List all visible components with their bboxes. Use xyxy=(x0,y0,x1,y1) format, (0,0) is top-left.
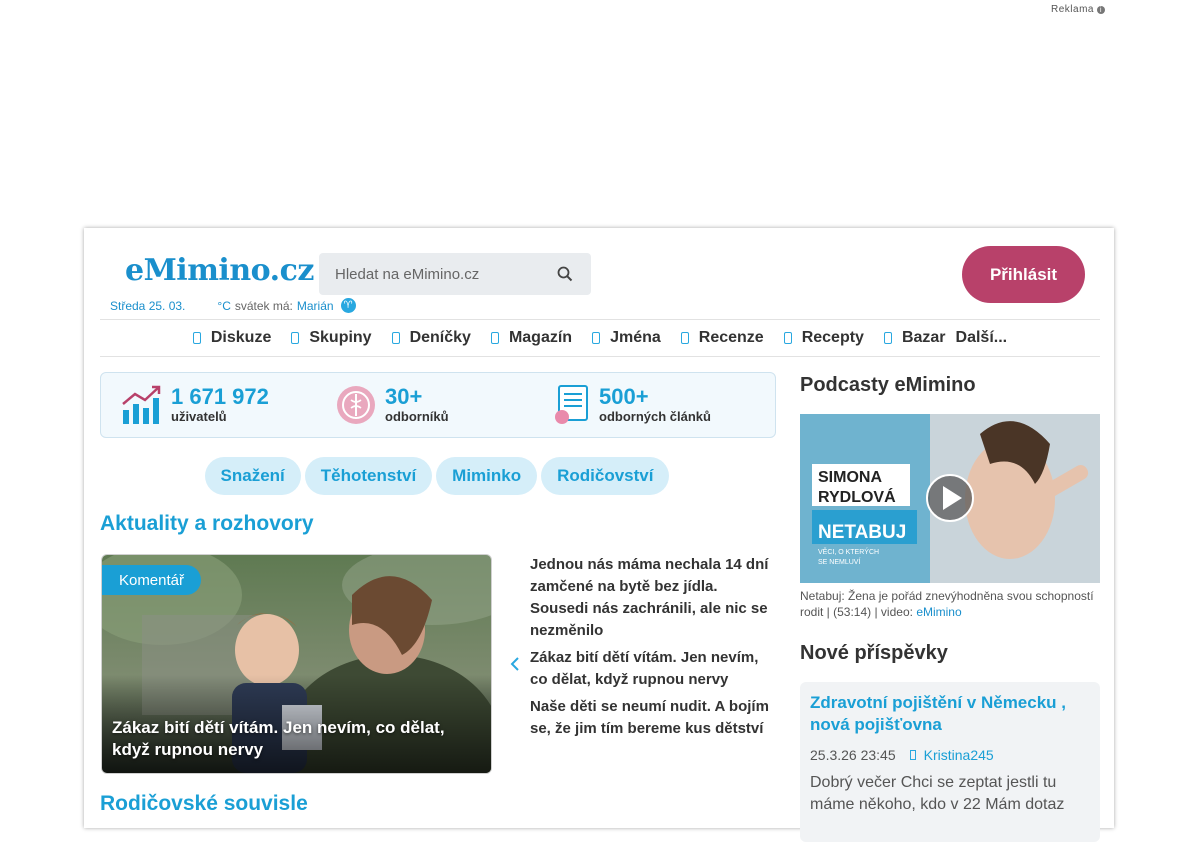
search-box xyxy=(319,253,591,295)
temperature: °C xyxy=(217,298,231,313)
chip-tehotenstvi[interactable]: Těhotenství xyxy=(304,457,433,495)
stat-label: odborníků xyxy=(385,409,449,424)
growth-chart-icon xyxy=(122,385,161,424)
headline-item[interactable]: Naše děti se neumí nudit. A bojím se, že… xyxy=(530,696,776,740)
user-icon xyxy=(909,750,916,760)
nav-item-bazar[interactable]: Bazar xyxy=(883,329,946,347)
nav-item-denicky[interactable]: Deníčky xyxy=(391,329,471,347)
post-time: 25.3.26 23:45 xyxy=(810,747,896,763)
feature-article[interactable]: Komentář Zákaz bití dětí vítám. Jen neví… xyxy=(101,554,492,774)
chevron-left-icon[interactable] xyxy=(510,656,520,672)
stats-bar: 1 671 972 uživatelů 30+ odborníků 500+ o… xyxy=(100,372,776,438)
main-nav: Diskuze Skupiny Deníčky Magazín Jména Re… xyxy=(100,319,1100,357)
nav-label: Skupiny xyxy=(309,329,372,346)
nav-label: Recepty xyxy=(801,329,864,346)
nav-label: Magazín xyxy=(508,329,573,346)
stat-experts: 30+ odborníků xyxy=(335,373,449,437)
stat-users: 1 671 972 uživatelů xyxy=(121,373,269,437)
nav-icon xyxy=(680,332,689,344)
nav-item-jmena[interactable]: Jména xyxy=(592,329,661,347)
nav-item-more[interactable]: Další... xyxy=(956,329,1008,347)
post-title[interactable]: Zdravotní pojištění v Německu , nová poj… xyxy=(810,692,1095,736)
nav-label: Diskuze xyxy=(210,329,272,346)
podcast-source-link[interactable]: eMimino xyxy=(916,605,961,619)
search-icon[interactable] xyxy=(557,266,573,282)
nav-label: Deníčky xyxy=(409,329,471,346)
post-excerpt: Dobrý večer Chci se zeptat jestli tu mám… xyxy=(810,774,1065,813)
chip-rodicovstvi[interactable]: Rodičovství xyxy=(541,457,670,495)
news-heading[interactable]: Aktuality a rozhovory xyxy=(100,512,314,536)
podcast-tag-1: VĚCI, O KTERÝCH xyxy=(818,547,879,556)
site-logo[interactable]: eMimino.cz xyxy=(125,253,314,288)
stat-value: 500+ xyxy=(599,384,649,409)
nav-item-recepty[interactable]: Recepty xyxy=(783,329,864,347)
stat-articles: 500+ odborných článků xyxy=(553,373,711,437)
podcasts-heading[interactable]: Podcasty eMimino xyxy=(800,374,976,397)
ad-label[interactable]: Reklama i xyxy=(1051,4,1105,15)
nav-icon xyxy=(291,332,300,344)
chip-snazeni[interactable]: Snažení xyxy=(204,457,301,495)
nav-icon xyxy=(192,332,201,344)
post-card[interactable]: Zdravotní pojištění v Německu , nová poj… xyxy=(800,682,1100,842)
post-meta: 25.3.26 23:45 Kristina245 xyxy=(810,747,994,763)
nameday-label: svátek má: xyxy=(234,298,293,313)
ad-label-text: Reklama xyxy=(1051,4,1094,15)
next-section-heading[interactable]: Rodičovské souvisle xyxy=(100,792,308,816)
podcast-tag-2: SE NEMLUVÍ xyxy=(818,557,860,566)
nav-item-skupiny[interactable]: Skupiny xyxy=(291,329,372,347)
dateline: Středa 25. 03. °C svátek má: Marián ♈ xyxy=(110,298,356,313)
chip-miminko[interactable]: Miminko xyxy=(436,457,538,495)
stat-value: 1 671 972 xyxy=(171,384,269,409)
nav-item-recenze[interactable]: Recenze xyxy=(680,329,764,347)
nav-icon xyxy=(490,332,499,344)
feature-caption[interactable]: Zákaz bití dětí vítám. Jen nevím, co děl… xyxy=(112,717,482,761)
page-container: eMimino.cz Přihlásit Středa 25. 03. °C s… xyxy=(84,228,1114,842)
nav-item-magazin[interactable]: Magazín xyxy=(490,329,573,347)
new-posts-heading[interactable]: Nové příspěvky xyxy=(800,642,948,665)
category-chips: Snažení Těhotenství Miminko Rodičovství xyxy=(100,457,774,495)
podcast-guest-name: SIMONA xyxy=(818,469,882,486)
nameday-name[interactable]: Marián xyxy=(297,299,334,313)
headline-item[interactable]: Zákaz bití dětí vítám. Jen nevím, co děl… xyxy=(530,647,776,691)
nav-icon xyxy=(883,332,892,344)
zodiac-icon[interactable]: ♈ xyxy=(340,298,356,313)
headline-item[interactable]: Jednou nás máma nechala 14 dní zamčené n… xyxy=(530,554,776,642)
search-input[interactable] xyxy=(333,264,547,284)
nav-label: Jména xyxy=(610,329,661,346)
info-icon[interactable]: i xyxy=(1096,5,1105,14)
document-icon xyxy=(555,385,588,424)
current-date[interactable]: Středa 25. 03. xyxy=(110,299,185,313)
nav-icon xyxy=(391,332,400,344)
podcast-guest-surname: RYDLOVÁ xyxy=(818,487,896,506)
nav-item-diskuze[interactable]: Diskuze xyxy=(192,329,272,347)
stat-label: odborných článků xyxy=(599,409,711,424)
login-button[interactable]: Přihlásit xyxy=(962,246,1085,303)
podcast-image: SIMONA RYDLOVÁ NETABUJ VĚCI, O KTERÝCH S… xyxy=(800,414,1100,583)
headline-list: Jednou nás máma nechala 14 dní zamčené n… xyxy=(530,554,776,745)
feature-badge: Komentář xyxy=(102,565,201,595)
stat-value: 30+ xyxy=(385,384,423,409)
nav-icon xyxy=(592,332,601,344)
podcast-thumbnail[interactable]: SIMONA RYDLOVÁ NETABUJ VĚCI, O KTERÝCH S… xyxy=(800,414,1100,583)
nav-label: Bazar xyxy=(901,329,946,346)
post-author[interactable]: Kristina245 xyxy=(924,747,994,763)
nav-label: Recenze xyxy=(698,329,764,346)
stat-label: uživatelů xyxy=(171,409,227,424)
nav-icon xyxy=(783,332,792,344)
medical-emblem-icon xyxy=(337,386,375,424)
podcast-show-name: NETABUJ xyxy=(818,522,906,543)
podcast-caption: Netabuj: Žena je pořád znevýhodněna svou… xyxy=(800,588,1100,620)
